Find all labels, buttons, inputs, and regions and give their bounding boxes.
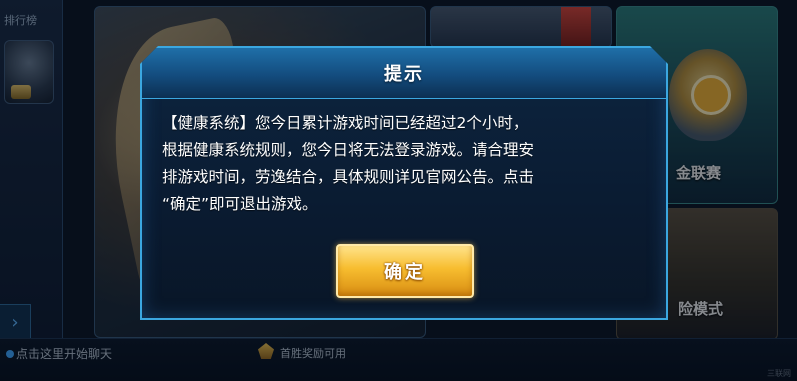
message-line: 【健康系统】您今日累计游戏时间已经超过2个小时， — [162, 114, 529, 132]
dialog-message: 【健康系统】您今日累计游戏时间已经超过2个小时， 根据健康系统规则，您今日将无法… — [162, 110, 646, 218]
health-system-dialog: 提示 【健康系统】您今日累计游戏时间已经超过2个小时， 根据健康系统规则，您今日… — [140, 46, 668, 320]
confirm-button[interactable]: 确定 — [336, 244, 474, 298]
dialog-title: 提示 — [384, 64, 424, 85]
message-line: “确定”即可退出游戏。 — [162, 195, 318, 213]
message-line: 排游戏时间，劳逸结合，具体规则详见官网公告。点击 — [162, 168, 535, 186]
message-line: 根据健康系统规则，您今日将无法登录游戏。请合理安 — [162, 141, 535, 159]
